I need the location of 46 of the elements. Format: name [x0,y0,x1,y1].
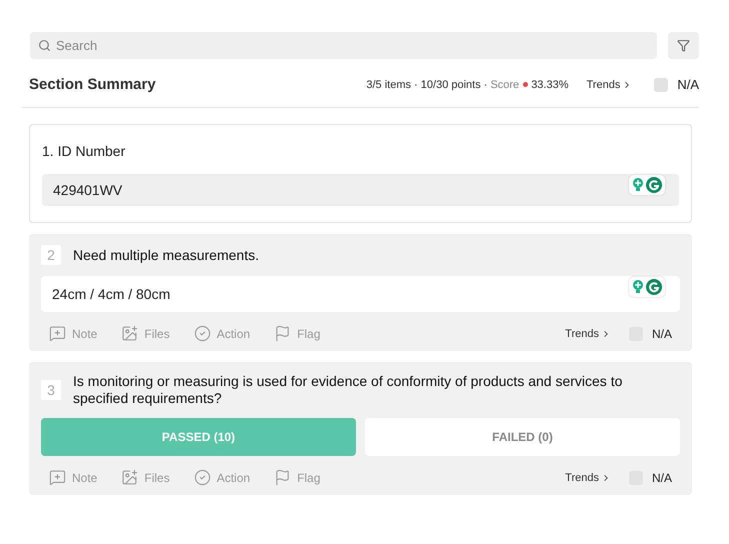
image-plus-icon [121,469,138,486]
section-stats: 3/5 items · 10/30 points · [366,78,488,90]
score-label: Score [490,78,520,90]
flag-button[interactable]: Flag [274,469,320,486]
grammar-logo-icon [646,279,662,295]
writing-assistant-badge[interactable] [629,277,665,297]
na-label: N/A [677,77,699,92]
answer-field[interactable]: 429401WV [42,174,679,206]
answer-option-button[interactable]: PASSED (10) [41,418,356,456]
grammar-logo-icon [646,177,662,193]
question-number: 2 [41,245,61,265]
check-circle-icon [194,469,211,486]
answer-option-button[interactable]: FAILED (0) [365,418,680,456]
section-title: Section Summary [29,76,157,93]
trends-link[interactable]: Trends [565,328,611,340]
note-icon [49,325,66,342]
trends-link[interactable]: Trends [565,472,611,484]
trends-link[interactable]: Trends [586,78,632,90]
writing-assistant-badge[interactable] [629,175,665,195]
na-label: N/A [652,470,672,484]
note-icon [49,469,66,486]
flag-icon [274,469,292,486]
answer-field[interactable]: 24cm / 4cm / 80cm [41,276,680,312]
flag-button[interactable]: Flag [274,325,320,342]
action-button[interactable]: Action [194,325,250,342]
lightbulb-icon [632,178,644,192]
files-button[interactable]: Files [121,325,170,342]
note-button[interactable]: Note [49,325,98,342]
search-field[interactable]: Search [30,32,657,59]
check-circle-icon [194,325,211,342]
question-prompt: Need multiple measurements. [73,246,259,264]
question-number: 3 [41,380,61,400]
na-label: N/A [652,326,672,340]
na-checkbox[interactable] [654,78,668,92]
score-value: 33.33% [531,78,568,90]
filter-icon [677,39,690,52]
note-button[interactable]: Note [49,469,98,486]
filter-button[interactable] [668,32,699,59]
lightbulb-icon [632,280,644,294]
image-plus-icon [121,325,138,342]
files-button[interactable]: Files [121,469,170,486]
question-prompt: Is monitoring or measuring is used for evidence of conformity of products and services to specified requirements? [73,373,624,407]
question-title: 1. ID Number [42,143,126,159]
flag-icon [274,325,292,342]
search-icon [38,39,51,52]
action-button[interactable]: Action [194,469,250,486]
